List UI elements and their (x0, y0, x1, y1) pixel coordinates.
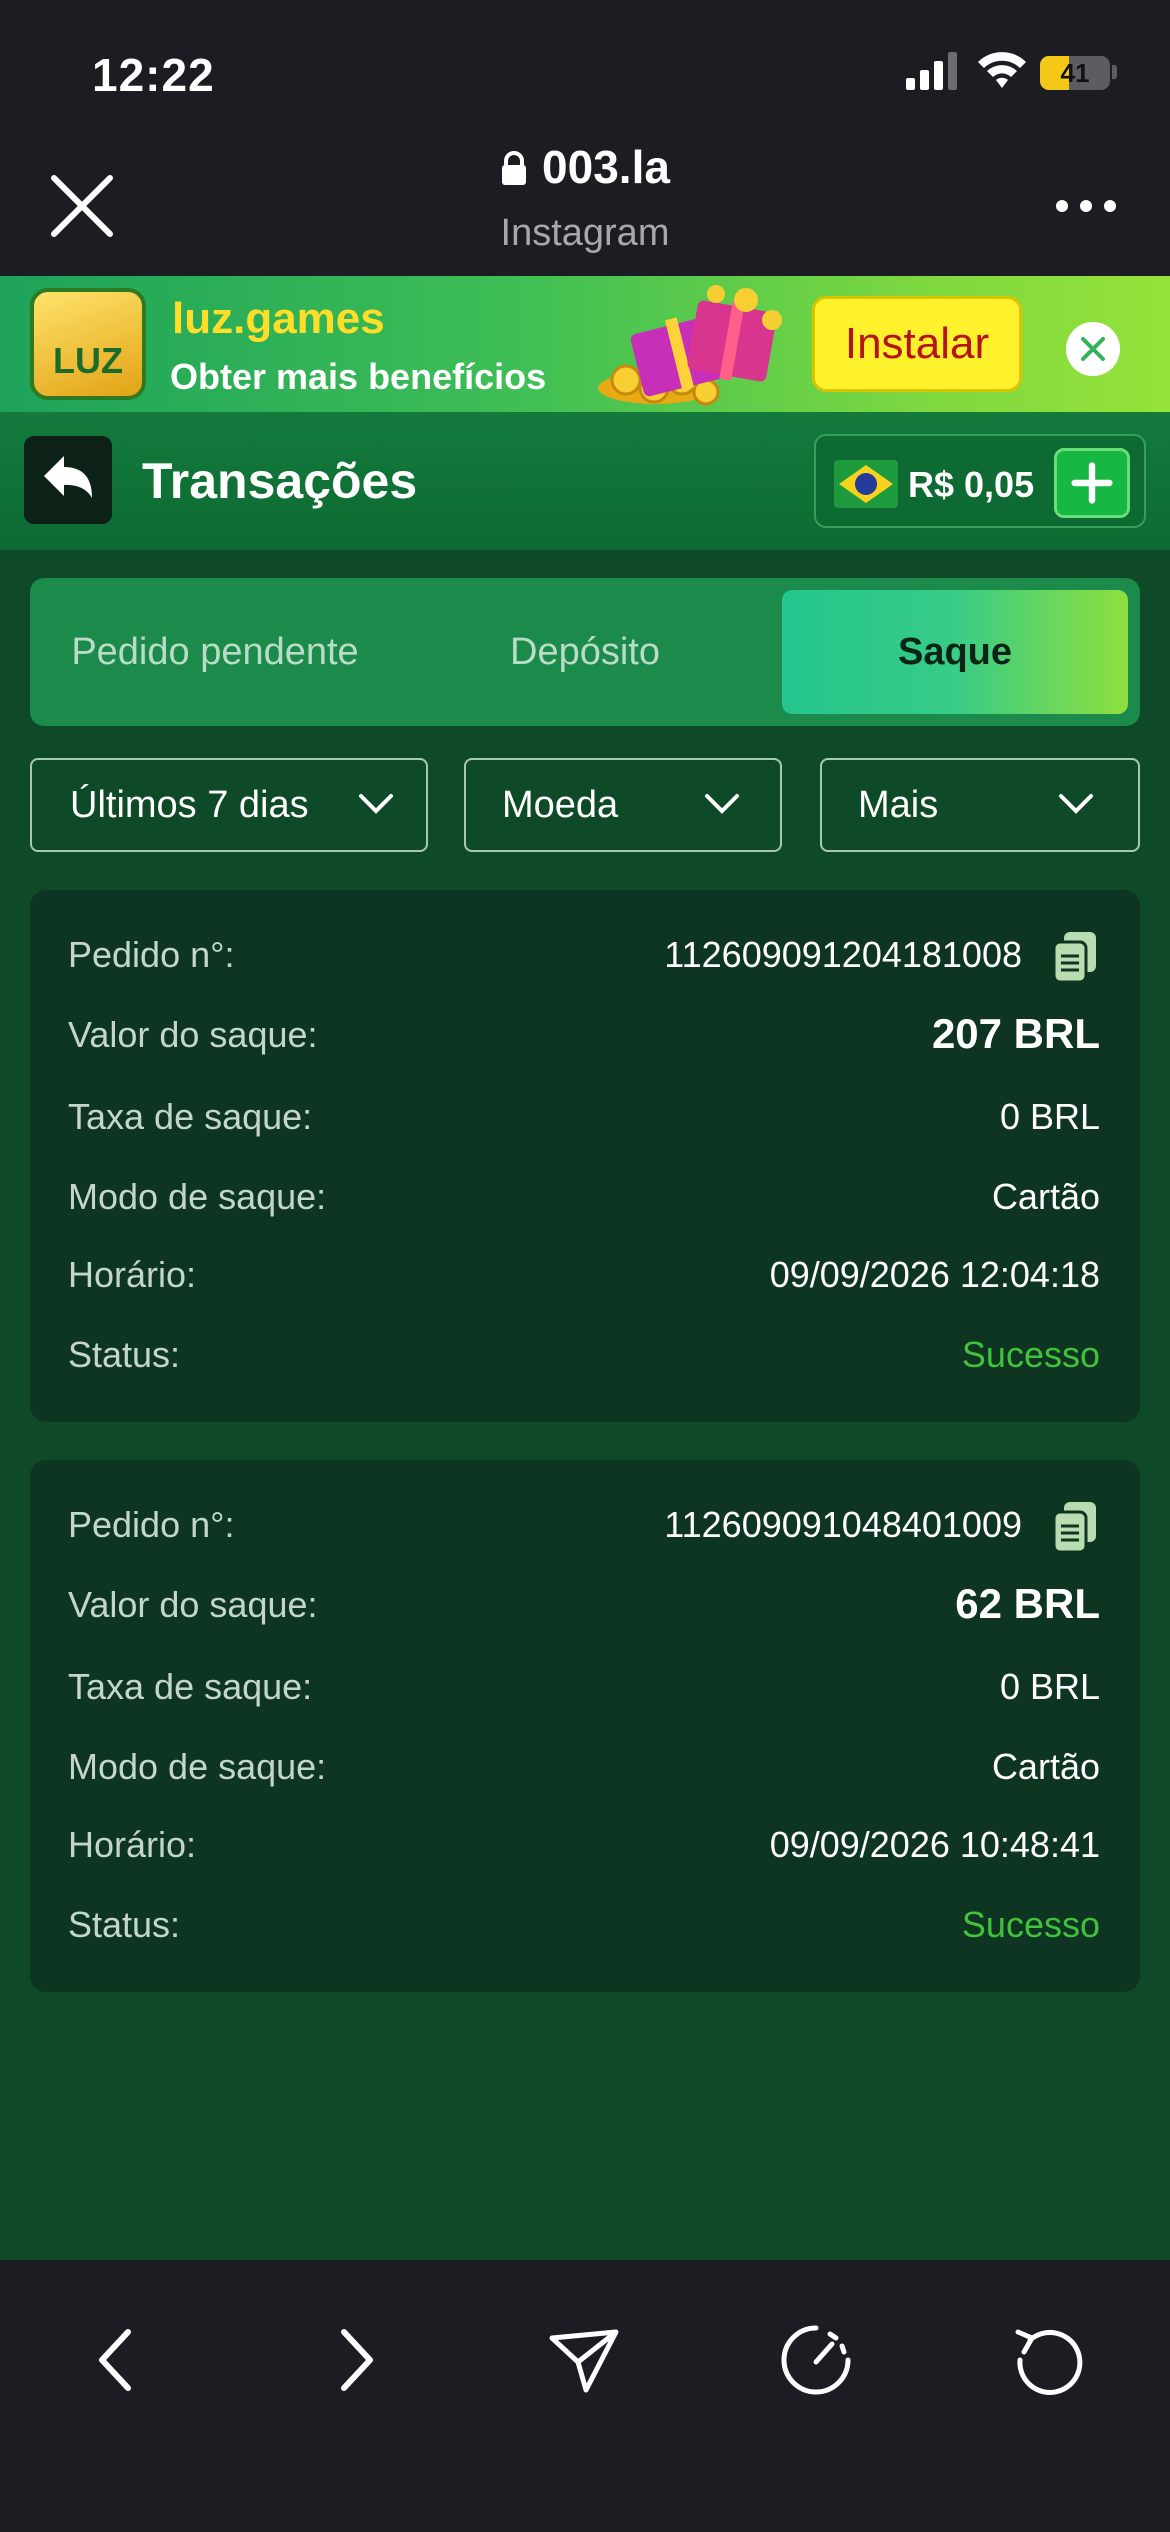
browser-subtitle: Instagram (500, 212, 670, 254)
battery-tip (1112, 65, 1117, 79)
time-value: 09/09/2026 12:04:18 (769, 1254, 1100, 1295)
speed-gauge-icon[interactable] (778, 2322, 854, 2398)
banner-close-icon[interactable] (1066, 322, 1120, 376)
battery-icon: 41 (1040, 56, 1110, 90)
back-arrow-icon[interactable] (24, 436, 112, 524)
time-label: Horário: (68, 1824, 197, 1865)
mode-value: Cartão (991, 1746, 1100, 1787)
fee-row: Taxa de saque: 0 BRL (68, 1656, 1100, 1716)
app-header: Transações R$ 0,05 (0, 412, 1170, 550)
share-icon[interactable] (546, 2322, 622, 2398)
amount-row: Valor do saque: 62 BRL (68, 1574, 1100, 1634)
mode-label: Modo de saque: (68, 1176, 327, 1217)
transaction-card: Pedido n°: 112609091048401009 Valor do s… (30, 1460, 1140, 1992)
currency-filter[interactable]: Moeda (464, 758, 782, 852)
order-label: Pedido n°: (68, 1504, 235, 1545)
status-row: Status: Sucesso (68, 1324, 1100, 1384)
url-bar[interactable]: 003.la (0, 140, 1170, 194)
time-value: 09/09/2026 10:48:41 (769, 1824, 1100, 1865)
reload-icon[interactable] (1010, 2322, 1086, 2398)
status-row: Status: Sucesso (68, 1894, 1100, 1954)
back-icon[interactable] (80, 2322, 156, 2398)
copy-icon[interactable] (1050, 1500, 1100, 1554)
brazil-flag-icon (834, 460, 898, 508)
app-logo-text: LUZ (53, 340, 123, 381)
banner-title: luz.games (172, 294, 385, 343)
add-funds-button[interactable] (1054, 448, 1130, 518)
status-label: Status: (68, 1334, 181, 1375)
copy-icon[interactable] (1050, 930, 1100, 984)
promo-banner: LUZ luz.games Obter mais benefícios Inst… (0, 276, 1170, 412)
chevron-down-icon (1059, 794, 1093, 814)
balance-amount: R$ 0,05 (908, 464, 1035, 505)
order-id: 112609091048401009 (664, 1504, 1022, 1545)
mode-row: Modo de saque: Cartão (68, 1736, 1100, 1796)
page-title: Transações (142, 453, 418, 509)
period-filter-label: Últimos 7 dias (70, 784, 309, 826)
lock-icon (502, 151, 527, 185)
cellular-signal-icon (906, 52, 957, 90)
amount-label: Valor do saque: (68, 1014, 318, 1055)
transaction-card: Pedido n°: 112609091204181008 Valor do s… (30, 890, 1140, 1422)
browser-chrome: 12:22 41 003.la Instagram (0, 0, 1170, 276)
amount-row: Valor do saque: 207 BRL (68, 1004, 1100, 1064)
order-label: Pedido n°: (68, 934, 235, 975)
mode-row: Modo de saque: Cartão (68, 1166, 1100, 1226)
balance-widget: R$ 0,05 (814, 434, 1146, 528)
time-row: Horário: 09/09/2026 12:04:18 (68, 1244, 1100, 1304)
chevron-down-icon (359, 794, 393, 814)
amount-label: Valor do saque: (68, 1584, 318, 1625)
transaction-tabs: Pedido pendente Depósito Saque (30, 578, 1140, 726)
status-value: Sucesso (961, 1904, 1100, 1945)
install-button[interactable]: Instalar (812, 296, 1022, 392)
status-time: 12:22 (92, 49, 215, 101)
amount-value: 207 BRL (931, 1010, 1100, 1057)
time-row: Horário: 09/09/2026 10:48:41 (68, 1814, 1100, 1874)
app-logo: LUZ (30, 288, 146, 400)
url-text: 003.la (542, 141, 670, 193)
fee-value: 0 BRL (999, 1666, 1100, 1707)
more-filter-label: Mais (858, 784, 939, 826)
order-row: Pedido n°: 112609091204181008 (68, 924, 1100, 984)
period-filter[interactable]: Últimos 7 dias (30, 758, 428, 852)
wifi-icon (978, 52, 1026, 88)
tab-pending-orders[interactable]: Pedido pendente (30, 590, 400, 714)
battery-level: 41 (1060, 58, 1090, 88)
more-options-icon[interactable] (1056, 194, 1116, 218)
fee-label: Taxa de saque: (68, 1666, 313, 1707)
order-id: 112609091204181008 (664, 934, 1022, 975)
browser-toolbar (0, 2260, 1170, 2532)
currency-filter-label: Moeda (502, 784, 619, 826)
fee-value: 0 BRL (999, 1096, 1100, 1137)
tab-deposit[interactable]: Depósito (400, 590, 770, 714)
mode-value: Cartão (991, 1176, 1100, 1217)
chevron-down-icon (705, 794, 739, 814)
mode-label: Modo de saque: (68, 1746, 327, 1787)
order-row: Pedido n°: 112609091048401009 (68, 1494, 1100, 1554)
fee-row: Taxa de saque: 0 BRL (68, 1086, 1100, 1146)
status-label: Status: (68, 1904, 181, 1945)
status-value: Sucesso (961, 1334, 1100, 1375)
time-label: Horário: (68, 1254, 197, 1295)
amount-value: 62 BRL (955, 1580, 1100, 1627)
fee-label: Taxa de saque: (68, 1096, 313, 1137)
gift-icon (598, 285, 782, 406)
banner-subtitle: Obter mais benefícios (170, 356, 547, 397)
tab-withdrawal[interactable]: Saque (782, 590, 1128, 714)
more-filter[interactable]: Mais (820, 758, 1140, 852)
forward-icon[interactable] (316, 2322, 392, 2398)
